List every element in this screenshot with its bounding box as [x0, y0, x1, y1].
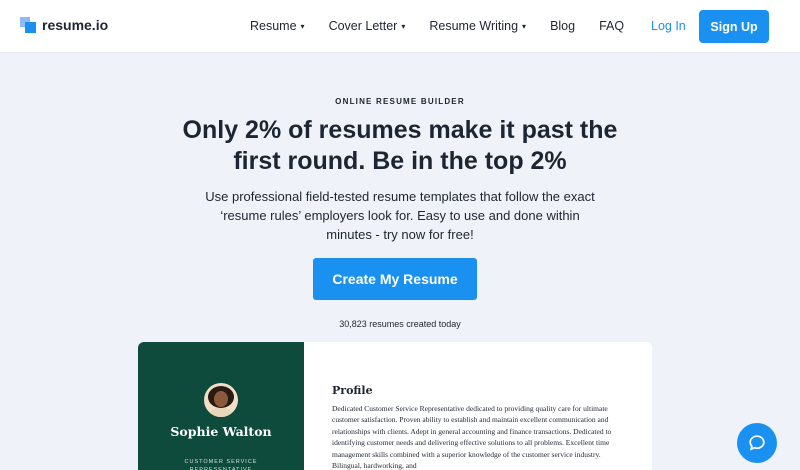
- resumes-created-count: 30,823 resumes created today: [339, 319, 461, 329]
- headline-line: first round. Be in the top 2%: [233, 147, 567, 175]
- create-resume-button[interactable]: Create My Resume: [313, 258, 477, 300]
- resume-person-name: Sophie Walton: [170, 424, 272, 439]
- menu-item-label: Resume: [250, 19, 297, 33]
- menu-item-resume[interactable]: Resume ▾: [250, 19, 305, 33]
- menu-item-label: FAQ: [599, 19, 625, 33]
- menu-item-blog[interactable]: Blog: [550, 19, 575, 33]
- profile-heading: Profile: [332, 384, 373, 397]
- chevron-down-icon: ▾: [401, 22, 406, 31]
- brand-name: resume.io: [42, 17, 109, 33]
- avatar: [204, 383, 238, 417]
- hero-eyebrow: ONLINE RESUME BUILDER: [335, 97, 465, 106]
- subtitle-line: minutes - try now for free!: [326, 227, 474, 242]
- resume-io-logo-icon: [20, 17, 36, 33]
- resume-person-role: CUSTOMER SERVICE REPRESENTATIVE: [184, 459, 258, 470]
- headline-line: Only 2% of resumes make it past the: [182, 116, 618, 144]
- profile-text: Dedicated Customer Service Representativ…: [332, 404, 612, 470]
- chevron-down-icon: ▾: [300, 22, 305, 31]
- menu-item-cover-letter[interactable]: Cover Letter ▾: [329, 19, 406, 33]
- menu-item-label: Blog: [550, 19, 576, 33]
- subtitle-line: ‘resume rules’ employers look for. Easy …: [220, 208, 580, 223]
- hero-subtitle: Use professional field-tested resume tem…: [185, 187, 615, 244]
- chat-bubble-icon: [749, 435, 765, 451]
- menu-item-resume-writing[interactable]: Resume Writing ▾: [429, 19, 526, 33]
- main-menu: Resume ▾ Cover Letter ▾ Resume Writing ▾…: [250, 19, 648, 33]
- top-navigation-bar: resume.io Resume ▾ Cover Letter ▾ Resume…: [0, 0, 800, 53]
- menu-item-label: Resume Writing: [429, 19, 519, 33]
- resume-preview-card: Sophie Walton CUSTOMER SERVICE REPRESENT…: [138, 342, 652, 470]
- menu-item-label: Cover Letter: [328, 19, 398, 33]
- chat-button[interactable]: [737, 423, 777, 463]
- signup-button[interactable]: Sign Up: [699, 10, 769, 43]
- resume-sidebar: Sophie Walton CUSTOMER SERVICE REPRESENT…: [138, 342, 304, 470]
- subtitle-line: Use professional field-tested resume tem…: [205, 189, 595, 204]
- brand-logo[interactable]: resume.io: [20, 17, 108, 33]
- menu-item-faq[interactable]: FAQ: [599, 19, 624, 33]
- login-link[interactable]: Log In: [651, 19, 686, 33]
- chevron-down-icon: ▾: [522, 22, 527, 31]
- hero-headline: Only 2% of resumes make it past the firs…: [100, 115, 700, 177]
